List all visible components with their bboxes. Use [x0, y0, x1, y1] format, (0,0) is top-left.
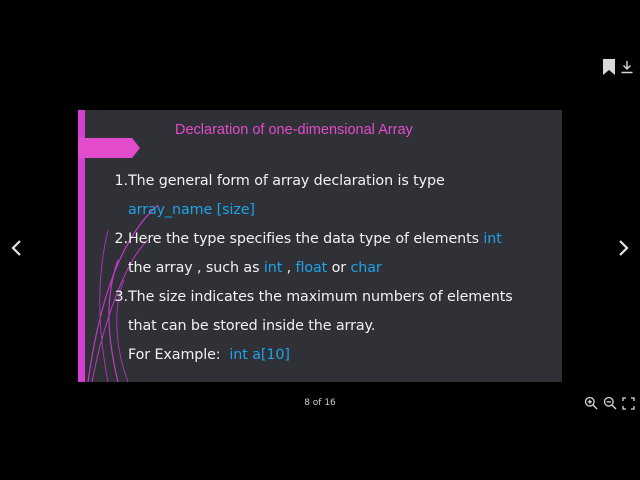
- list-number: 3.: [114, 289, 129, 305]
- page-indicator: 8 of 16: [304, 398, 336, 408]
- zoom-out-icon[interactable]: [603, 396, 617, 410]
- chevron-right-icon[interactable]: [611, 236, 635, 260]
- list-text-part: Here the type specifies the data type of…: [128, 231, 484, 247]
- slide-accent-tab: [78, 138, 140, 158]
- list-text-part: the array , such as: [128, 260, 264, 276]
- bookmark-icon[interactable]: [602, 58, 616, 76]
- example-line: For Example: int a[10]: [128, 347, 290, 363]
- document-viewer: Declaration of one-dimensional Array 1. …: [0, 0, 640, 480]
- keyword-float: float: [295, 260, 328, 276]
- top-actions: [602, 58, 634, 76]
- list-text: Here the type specifies the data type of…: [128, 231, 502, 247]
- list-text: The general form of array declaration is…: [128, 173, 445, 189]
- keyword-int: int: [263, 260, 283, 276]
- keyword-char: char: [350, 260, 382, 276]
- list-number: 1.: [114, 173, 129, 189]
- example-label: For Example:: [128, 347, 230, 363]
- list-text-code: array_name [size]: [128, 202, 255, 218]
- zoom-controls: [584, 396, 635, 410]
- chevron-left-icon[interactable]: [5, 236, 29, 260]
- fullscreen-icon[interactable]: [622, 396, 635, 410]
- list-number: 2.: [114, 231, 129, 247]
- zoom-in-icon[interactable]: [584, 396, 598, 410]
- list-text: The size indicates the maximum numbers o…: [128, 289, 513, 305]
- slide-title: Declaration of one-dimensional Array: [175, 122, 413, 138]
- keyword-int: int: [483, 231, 502, 247]
- list-text-part: or: [327, 260, 351, 276]
- example-code: int a[10]: [229, 347, 290, 363]
- list-text-part: ,: [282, 260, 296, 276]
- download-icon[interactable]: [620, 60, 634, 74]
- list-text: that can be stored inside the array.: [128, 318, 376, 334]
- slide: Declaration of one-dimensional Array 1. …: [78, 110, 562, 382]
- list-text: the array , such as int , float or char: [128, 260, 382, 276]
